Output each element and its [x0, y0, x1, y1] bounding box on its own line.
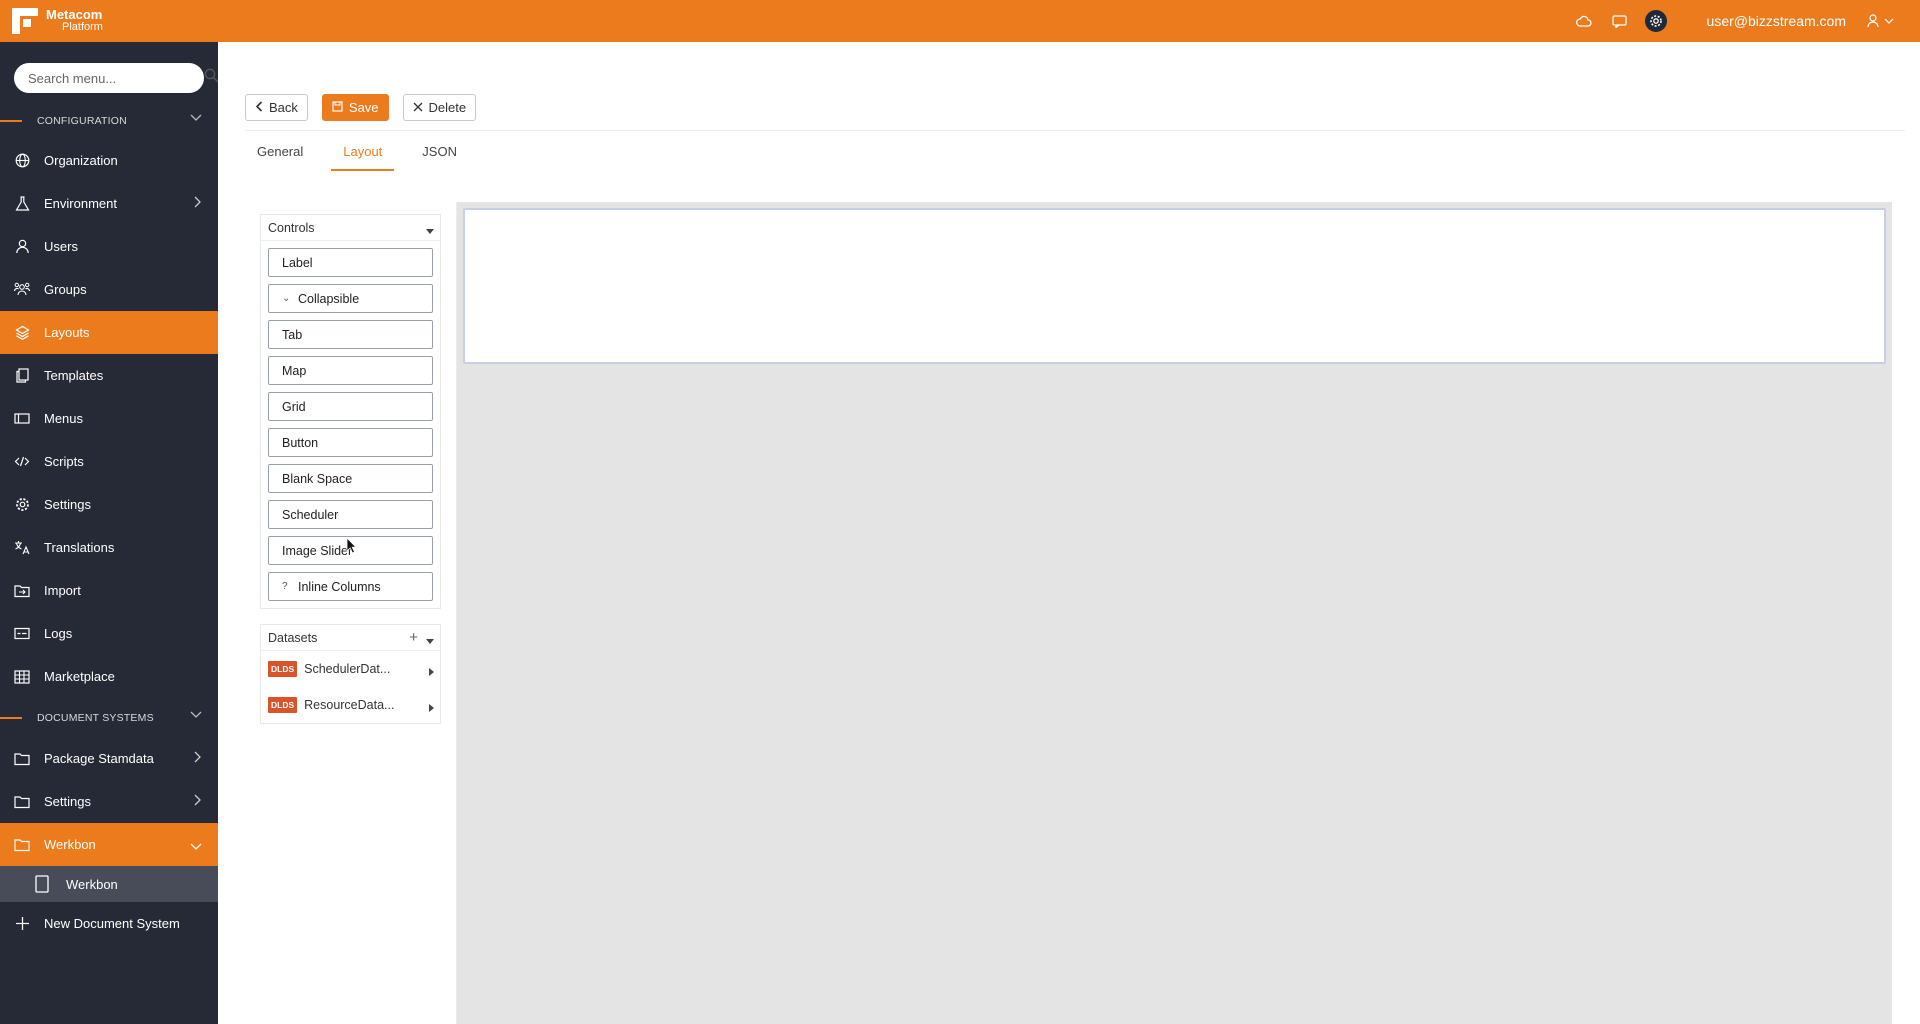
caret-right-icon[interactable]	[429, 701, 434, 715]
sidebar-item-package-stamdata[interactable]: Package Stamdata	[0, 737, 218, 780]
search-input[interactable]	[28, 70, 204, 86]
caret-right-icon[interactable]	[429, 665, 434, 679]
chevron-down-icon: ⌄	[282, 293, 291, 304]
chat-icon[interactable]	[1609, 10, 1631, 32]
sidebar-item-menus[interactable]: Menus	[0, 397, 218, 440]
dataset-badge: DLDS	[268, 661, 298, 677]
section-document-systems[interactable]: DOCUMENT SYSTEMS	[0, 708, 218, 728]
sidebar-item-users[interactable]: Users	[0, 225, 218, 268]
new-document-system-button[interactable]: New Document System	[0, 902, 218, 945]
layout-editor: Controls Label ⌄ Collapsible Tab Map Grid…	[245, 202, 1892, 1024]
chevron-left-icon	[255, 100, 263, 115]
save-icon	[332, 100, 343, 115]
sidebar-item-layouts[interactable]: Layouts	[0, 311, 218, 354]
plus-icon	[14, 916, 30, 932]
tab-layout[interactable]: Layout	[331, 144, 395, 171]
chevron-down-icon	[190, 710, 202, 722]
dataset-item[interactable]: DLDS ResourceData...	[261, 687, 440, 723]
code-icon	[14, 454, 30, 470]
sidebar: CONFIGURATION Organization Environment U…	[0, 42, 219, 1024]
chevron-right-icon	[194, 751, 202, 766]
brand-name: Metacom	[46, 7, 103, 22]
save-button[interactable]: Save	[321, 94, 389, 121]
control-inline-columns[interactable]: ? Inline Columns	[268, 572, 433, 601]
tab-general[interactable]: General	[245, 144, 315, 169]
layers-icon	[14, 325, 30, 341]
layout-drop-zone[interactable]	[463, 208, 1886, 364]
sidebar-item-settings[interactable]: Settings	[0, 483, 218, 526]
caret-down-icon[interactable]	[426, 634, 434, 648]
chevron-down-icon	[190, 839, 202, 854]
back-button[interactable]: Back	[245, 94, 308, 121]
control-map[interactable]: Map	[268, 356, 433, 385]
globe-icon	[14, 153, 30, 169]
tab-json[interactable]: JSON	[410, 144, 469, 169]
dataset-badge: DLDS	[268, 697, 298, 713]
grid-icon	[14, 669, 30, 685]
toolbox-column: Controls Label ⌄ Collapsible Tab Map Grid…	[245, 202, 457, 1024]
search-icon[interactable]	[204, 68, 219, 88]
sidebar-item-doc-settings[interactable]: Settings	[0, 780, 218, 823]
datasets-panel: Datasets + DLDS SchedulerDat... DLDS Res…	[260, 624, 441, 724]
sidebar-item-groups[interactable]: Groups	[0, 268, 218, 311]
copy-icon	[14, 368, 30, 384]
folder-icon	[14, 837, 30, 853]
sidebar-item-organization[interactable]: Organization	[0, 139, 218, 182]
sidebar-item-translations[interactable]: Translations	[0, 526, 218, 569]
toolbar: Back Save Delete	[245, 94, 477, 121]
control-collapsible[interactable]: ⌄ Collapsible	[268, 284, 433, 313]
add-dataset-icon[interactable]: +	[409, 629, 418, 646]
chevron-right-icon	[194, 196, 202, 211]
layout-canvas[interactable]	[457, 202, 1892, 1024]
flask-icon	[14, 196, 30, 212]
search-box[interactable]	[14, 63, 219, 93]
chevron-down-icon	[190, 113, 202, 125]
sidebar-item-import[interactable]: Import	[0, 569, 218, 612]
tab-bar: General Layout JSON	[245, 144, 485, 171]
close-icon	[413, 100, 423, 115]
user-icon	[14, 239, 30, 255]
document-icon	[34, 875, 50, 893]
datasets-panel-header[interactable]: Datasets +	[261, 625, 440, 651]
sidebar-item-environment[interactable]: Environment	[0, 182, 218, 225]
brand-logo[interactable]: Metacom Platform	[12, 8, 103, 34]
control-tab[interactable]: Tab	[268, 320, 433, 349]
translate-icon	[14, 540, 30, 556]
user-email[interactable]: user@bizzstream.com	[1707, 13, 1846, 29]
logs-icon	[14, 626, 30, 642]
user-icon[interactable]	[1866, 10, 1896, 32]
control-scheduler[interactable]: Scheduler	[268, 500, 433, 529]
sidebar-item-marketplace[interactable]: Marketplace	[0, 655, 218, 698]
delete-button[interactable]: Delete	[402, 94, 477, 121]
main-content: Back Save Delete General Layout JSON Con…	[218, 42, 1920, 1024]
gear-icon	[14, 497, 30, 513]
controls-panel-header[interactable]: Controls	[261, 215, 440, 241]
top-bar: Metacom Platform user@bizzstream.com	[0, 0, 1920, 42]
chevron-right-icon	[194, 794, 202, 809]
import-icon	[14, 583, 30, 599]
control-button[interactable]: Button	[268, 428, 433, 457]
sidebar-item-werkbon[interactable]: Werkbon	[0, 823, 218, 866]
control-grid[interactable]: Grid	[268, 392, 433, 421]
logo-mark-icon	[12, 8, 38, 34]
control-label[interactable]: Label	[268, 248, 433, 277]
question-icon: ?	[282, 581, 288, 592]
dataset-item[interactable]: DLDS SchedulerDat...	[261, 651, 440, 687]
control-blank-space[interactable]: Blank Space	[268, 464, 433, 493]
folder-icon	[14, 794, 30, 810]
group-icon	[14, 282, 30, 298]
toolbar-divider	[245, 130, 1905, 131]
section-configuration[interactable]: CONFIGURATION	[0, 111, 218, 131]
brand-sub: Platform	[62, 21, 103, 33]
sidebar-item-templates[interactable]: Templates	[0, 354, 218, 397]
sidebar-item-logs[interactable]: Logs	[0, 612, 218, 655]
gear-icon[interactable]	[1644, 10, 1667, 32]
folder-icon	[14, 751, 30, 767]
mouse-cursor-icon	[346, 537, 357, 554]
sidebar-item-scripts[interactable]: Scripts	[0, 440, 218, 483]
cloud-icon[interactable]	[1573, 10, 1595, 32]
menu-icon	[14, 411, 30, 427]
caret-down-icon[interactable]	[426, 224, 434, 238]
sidebar-subitem-werkbon[interactable]: Werkbon	[0, 866, 218, 902]
